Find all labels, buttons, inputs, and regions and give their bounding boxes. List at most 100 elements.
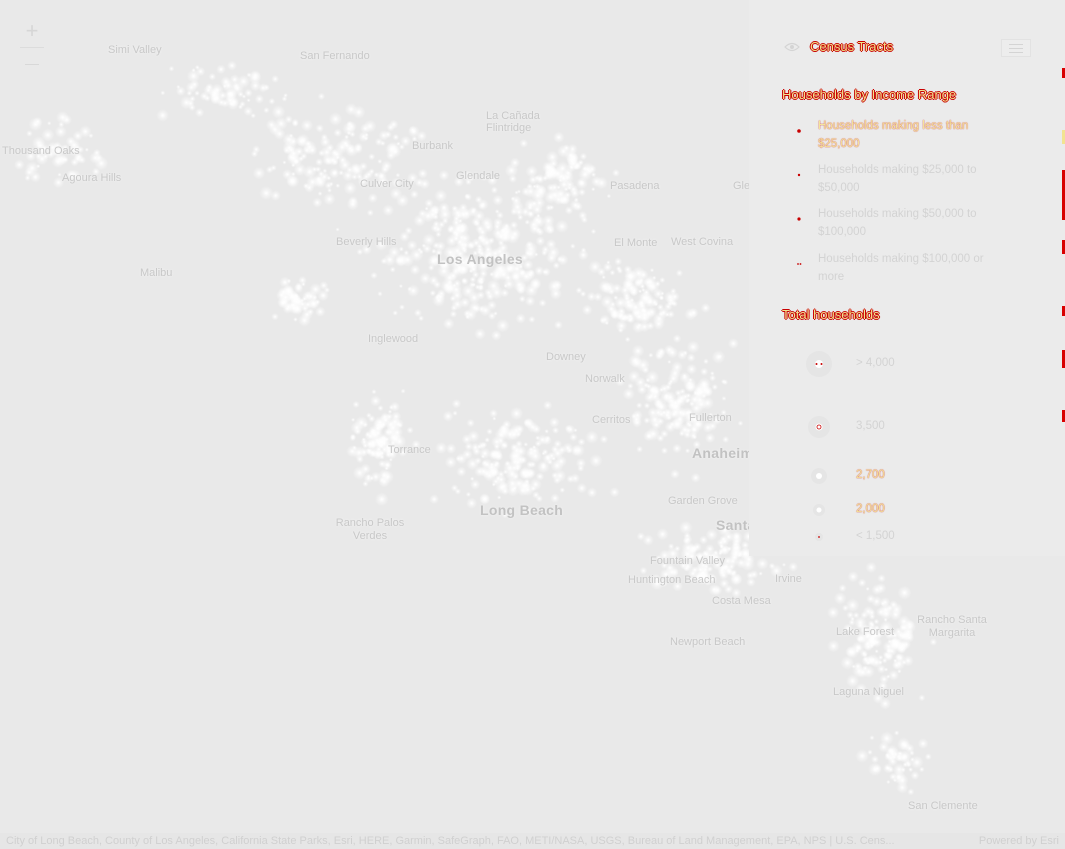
tract-glow	[511, 472, 520, 481]
tract-glow	[360, 463, 371, 475]
tract-glow	[452, 410, 458, 416]
tract-glow	[649, 268, 655, 273]
tract-glow	[156, 109, 169, 122]
tract-glow	[314, 166, 322, 173]
tract-glow	[553, 131, 565, 144]
tract-glow	[271, 313, 279, 321]
tract-glow	[549, 204, 555, 211]
tract-glow	[528, 449, 543, 463]
tract-glow	[564, 424, 573, 433]
tract-glow	[435, 441, 448, 455]
powered-by-link[interactable]: Powered by Esri	[979, 833, 1059, 849]
tract-glow	[497, 495, 502, 500]
tract-glow	[315, 124, 325, 133]
tract-glow	[636, 445, 644, 453]
tract-glow	[865, 561, 877, 574]
tract-glow	[688, 307, 699, 318]
tract-glow	[263, 107, 270, 114]
tract-glow	[591, 187, 596, 192]
legend-category-row: Households making less than $25,000	[782, 117, 1042, 157]
tract-glow	[409, 248, 424, 262]
tract-glow	[669, 367, 682, 380]
tract-glow	[686, 340, 700, 354]
tract-glow	[756, 557, 769, 570]
tract-glow	[429, 494, 440, 505]
tract-glow	[678, 520, 693, 535]
tract-glow	[677, 349, 688, 360]
tract-glow	[410, 189, 419, 199]
tract-glow	[582, 166, 588, 172]
tract-glow	[270, 190, 281, 201]
tract-glow	[555, 161, 570, 176]
tract-glow	[36, 164, 41, 169]
tract-glow	[580, 247, 587, 253]
tract-glow	[636, 402, 643, 409]
tract-glow	[510, 196, 516, 202]
zoom-in-button[interactable]: +	[16, 16, 48, 46]
tract-glow	[645, 370, 660, 385]
tract-glow	[407, 284, 420, 298]
tract-glow	[566, 447, 573, 454]
tract-glow	[593, 292, 603, 302]
tract-glow	[460, 208, 473, 220]
tract-glow	[250, 150, 259, 158]
tract-glow	[559, 193, 571, 206]
tract-glow	[862, 656, 869, 662]
tract-glow	[323, 192, 336, 206]
tract-glow	[709, 374, 717, 382]
tract-glow	[354, 427, 362, 436]
tract-glow	[409, 264, 421, 276]
tract-glow	[300, 119, 314, 132]
tract-glow	[348, 196, 358, 206]
tract-glow	[160, 90, 166, 96]
tract-glow	[386, 123, 396, 132]
tract-glow	[232, 82, 240, 90]
tract-glow	[466, 497, 478, 509]
tract-glow	[179, 95, 194, 110]
tract-glow	[327, 187, 332, 193]
tract-glow	[633, 311, 645, 323]
tract-glow	[451, 222, 466, 237]
tract-glow	[319, 136, 331, 148]
tract-glow	[422, 244, 432, 254]
tract-glow	[692, 542, 702, 552]
size-label: 2,700	[856, 469, 885, 481]
tract-glow	[351, 417, 356, 422]
tract-glow	[430, 223, 440, 233]
tract-glow	[544, 435, 551, 442]
tract-glow	[688, 401, 695, 407]
tract-glow	[397, 422, 403, 428]
tract-glow	[862, 665, 869, 672]
tract-glow	[884, 765, 890, 771]
tract-glow	[860, 611, 869, 619]
tract-glow	[556, 256, 564, 263]
place-label-laguna-niguel: Laguna Niguel	[833, 686, 904, 698]
tract-glow	[237, 104, 244, 110]
tract-glow	[293, 293, 299, 299]
menu-icon[interactable]	[1001, 39, 1031, 57]
attribution-text[interactable]: City of Long Beach, County of Los Angele…	[6, 833, 956, 849]
tract-glow	[535, 435, 541, 441]
tract-glow	[529, 222, 541, 235]
eye-icon[interactable]	[784, 42, 800, 52]
tract-glow	[28, 117, 43, 132]
tract-glow	[719, 535, 728, 544]
zoom-out-button[interactable]: —	[16, 48, 48, 78]
layer-header[interactable]: Census Tracts	[749, 30, 1065, 64]
tract-glow	[473, 305, 481, 313]
tract-glow	[315, 158, 324, 167]
tract-glow	[441, 217, 449, 225]
tract-glow	[892, 660, 901, 670]
size-swatch	[813, 504, 825, 516]
tract-glow	[623, 265, 633, 274]
tract-glow	[532, 184, 537, 189]
tract-glow	[566, 474, 575, 484]
tract-glow	[609, 487, 620, 498]
tract-glow	[24, 167, 35, 178]
tract-glow	[489, 409, 498, 418]
tract-glow	[553, 469, 567, 483]
tract-glow	[871, 755, 879, 764]
tract-glow	[366, 439, 377, 450]
tract-glow	[604, 320, 610, 326]
tract-glow	[84, 147, 89, 152]
